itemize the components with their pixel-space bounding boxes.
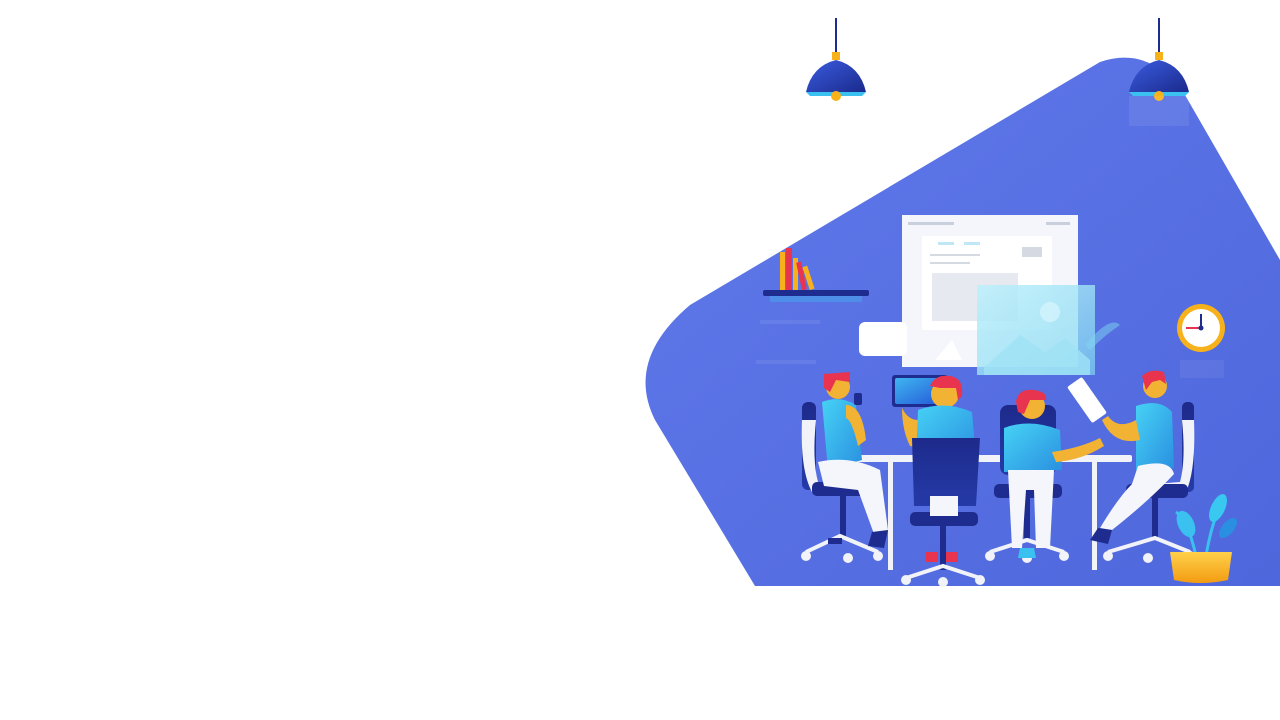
- pendant-lamp-icon: [806, 18, 866, 101]
- wall-clock-icon: [1177, 304, 1225, 378]
- team-meeting-illustration: [645, 18, 1280, 587]
- illustration-canvas: [0, 0, 1280, 720]
